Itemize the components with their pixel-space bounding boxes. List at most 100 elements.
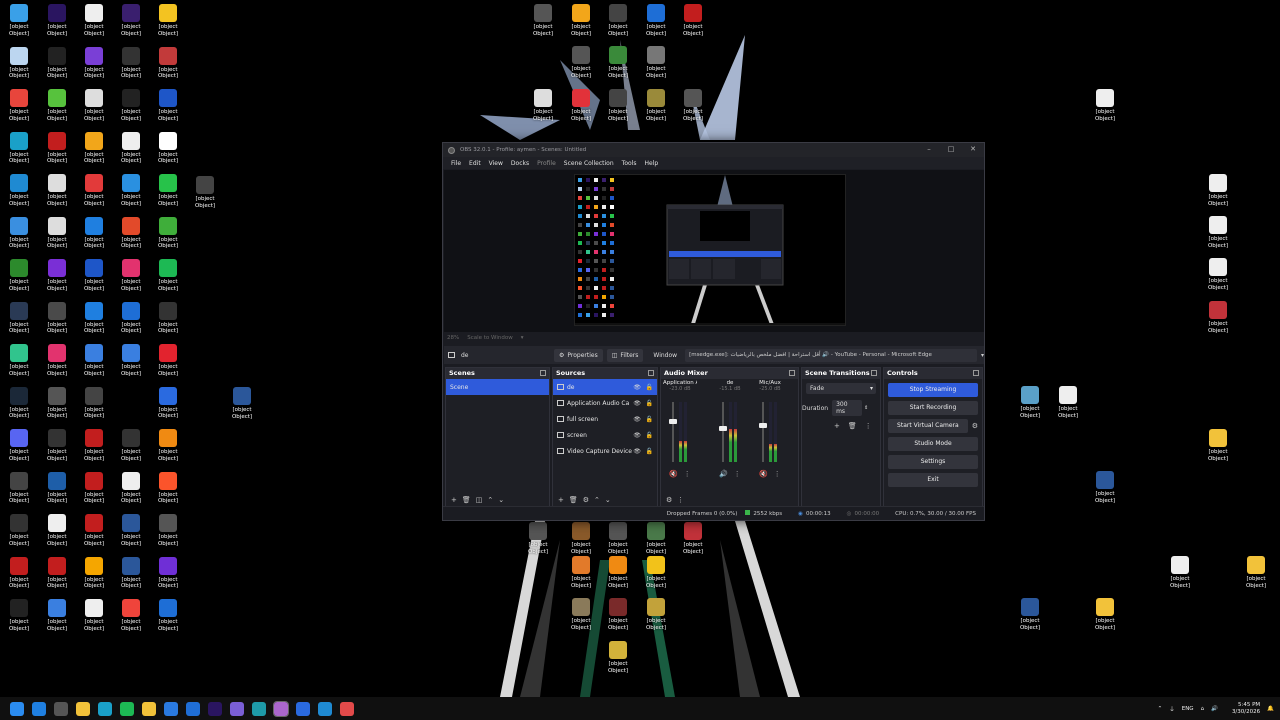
desktop-shortcut[interactable]: [object Object] (148, 599, 188, 632)
desktop-shortcut[interactable]: [object Object] (148, 386, 188, 420)
desktop-shortcut[interactable]: [object Object] (1010, 386, 1050, 419)
desktop-shortcut[interactable]: [object Object] (148, 131, 188, 165)
desktop-shortcut[interactable]: [object Object] (636, 556, 676, 589)
desktop-shortcut[interactable]: [object Object] (111, 4, 151, 37)
desktop-shortcut[interactable]: [object Object] (74, 89, 114, 122)
desktop-shortcut[interactable]: [object Object] (111, 89, 151, 122)
desktop-shortcut[interactable]: [object Object] (37, 344, 77, 377)
close-icon[interactable]: ✕ (962, 145, 984, 153)
source-item[interactable]: de 👁 🔓 (553, 379, 657, 395)
volume-fader[interactable] (759, 402, 767, 462)
lock-icon[interactable]: 🔓 (646, 448, 653, 455)
desktop-shortcut[interactable]: [object Object] (148, 216, 188, 250)
lock-icon[interactable]: 🔓 (646, 416, 653, 423)
menu-view[interactable]: View (489, 160, 503, 167)
desktop-shortcut[interactable]: [object Object] (111, 429, 151, 462)
desktop-shortcut[interactable]: [object Object] (74, 301, 114, 335)
settings-button[interactable]: Settings (888, 455, 978, 469)
exit-button[interactable]: Exit (888, 473, 978, 487)
desktop-shortcut[interactable]: [object Object] (37, 301, 77, 335)
desktop-shortcut[interactable]: [object Object] (74, 216, 114, 250)
more-icon[interactable]: ⋮ (865, 422, 872, 430)
more-icon[interactable]: ⋮ (677, 496, 684, 504)
desktop-shortcut[interactable]: [object Object] (1236, 556, 1276, 589)
desktop-shortcut[interactable]: [object Object] (0, 301, 39, 335)
volume-fader[interactable] (669, 402, 677, 462)
properties-button[interactable]: ⚙ Properties (554, 348, 603, 362)
desktop-shortcut[interactable]: [object Object] (598, 598, 638, 631)
desktop-shortcut[interactable]: [object Object] (74, 471, 114, 505)
minimize-icon[interactable]: – (918, 145, 940, 153)
desktop-shortcut[interactable]: [object Object] (111, 131, 151, 165)
desktop-shortcut[interactable]: [object Object] (74, 259, 114, 292)
clock[interactable]: 5:45 PM 3/30/2026 (1225, 702, 1260, 716)
menu-edit[interactable]: Edit (469, 160, 481, 167)
add-icon[interactable]: + (558, 496, 564, 504)
premiere-icon[interactable] (208, 701, 222, 716)
desktop-shortcut[interactable]: [object Object] (598, 641, 638, 674)
filters-button[interactable]: ◫ Filters (606, 348, 644, 362)
desktop-shortcut[interactable]: [object Object] (636, 4, 676, 37)
trash-icon[interactable]: 🗑 (569, 496, 578, 504)
desktop-shortcut[interactable]: [object Object] (37, 599, 77, 632)
duration-input[interactable]: 300 ms (832, 400, 863, 416)
desktop-shortcut[interactable]: [object Object] (37, 4, 77, 37)
desktop-shortcut[interactable]: [object Object] (0, 514, 39, 547)
add-icon[interactable]: + (451, 496, 457, 504)
notification-icon[interactable]: 🔔 (1267, 706, 1274, 712)
menu-scene-collection[interactable]: Scene Collection (564, 160, 614, 167)
desktop-shortcut[interactable]: [object Object] (148, 301, 188, 335)
desktop-shortcut[interactable]: [object Object] (148, 4, 188, 37)
gear-icon[interactable]: ⚙ (666, 496, 672, 504)
stepper-icon[interactable]: ⇕ (864, 405, 868, 411)
move-up-icon[interactable]: ⌃ (487, 496, 493, 504)
desktop-shortcut[interactable]: [object Object] (1010, 598, 1050, 631)
desktop-shortcut[interactable]: [object Object] (0, 599, 39, 632)
desktop-shortcut[interactable]: [object Object] (1160, 556, 1200, 589)
desktop-shortcut[interactable]: [object Object] (0, 174, 39, 207)
desktop-shortcut[interactable]: [object Object] (111, 46, 151, 80)
desktop-shortcut[interactable]: [object Object] (1198, 301, 1238, 334)
desktop-shortcut[interactable]: [object Object] (673, 522, 713, 555)
desktop-shortcut[interactable]: [object Object] (561, 522, 601, 555)
eye-icon[interactable]: 👁 (633, 448, 641, 455)
desktop-shortcut[interactable]: [object Object] (148, 89, 188, 122)
desktop-shortcut[interactable]: [object Object] (37, 216, 77, 250)
more-icon[interactable]: ⋮ (734, 470, 741, 478)
desktop-shortcut[interactable]: [object Object] (673, 89, 713, 122)
desktop-shortcut[interactable]: [object Object] (636, 522, 676, 555)
desktop-shortcut[interactable]: [object Object] (111, 174, 151, 207)
obs-window[interactable]: OBS 32.0.1 - Profile: aymen - Scenes: Un… (442, 142, 985, 521)
desktop-shortcut[interactable]: [object Object] (37, 514, 77, 547)
source-item[interactable]: screen 👁 🔓 (553, 427, 657, 443)
menu-docks[interactable]: Docks (511, 160, 529, 167)
desktop-shortcut[interactable]: [object Object] (0, 344, 39, 377)
desktop-shortcut[interactable]: [object Object] (523, 89, 563, 122)
desktop-shortcut[interactable]: [object Object] (1085, 598, 1125, 631)
desktop-shortcut[interactable]: [object Object] (111, 344, 151, 377)
desktop-shortcut[interactable]: [object Object] (561, 556, 601, 589)
search-icon[interactable] (32, 701, 46, 716)
desktop-shortcut[interactable]: [object Object] (561, 89, 601, 122)
desktop-shortcut[interactable]: [object Object] (222, 387, 262, 420)
move-down-icon[interactable]: ⌄ (498, 496, 504, 504)
desktop-shortcut[interactable]: [object Object] (185, 176, 225, 209)
desktop-shortcut[interactable]: [object Object] (148, 471, 188, 505)
desktop-shortcut[interactable]: [object Object] (37, 471, 77, 505)
desktop-shortcut[interactable]: [object Object] (111, 556, 151, 590)
tool-icon[interactable] (230, 701, 244, 716)
desktop-shortcut[interactable]: [object Object] (598, 556, 638, 589)
obs-preview-area[interactable] (444, 170, 984, 332)
desktop-shortcut[interactable]: [object Object] (598, 89, 638, 122)
add-icon[interactable]: + (834, 422, 840, 430)
language-indicator[interactable]: ENG (1182, 706, 1194, 712)
chrome-like-icon[interactable] (252, 701, 266, 716)
desktop-shortcut[interactable]: [object Object] (1198, 429, 1238, 462)
move-up-icon[interactable]: ⌃ (594, 496, 600, 504)
desktop-shortcut[interactable]: [object Object] (0, 429, 39, 462)
desktop-shortcut[interactable]: [object Object] (148, 429, 188, 462)
desktop-shortcut[interactable]: [object Object] (561, 46, 601, 79)
start-icon[interactable] (10, 701, 24, 716)
desktop-shortcut[interactable]: [object Object] (37, 89, 77, 122)
filter-icon[interactable]: ◫ (476, 496, 483, 504)
